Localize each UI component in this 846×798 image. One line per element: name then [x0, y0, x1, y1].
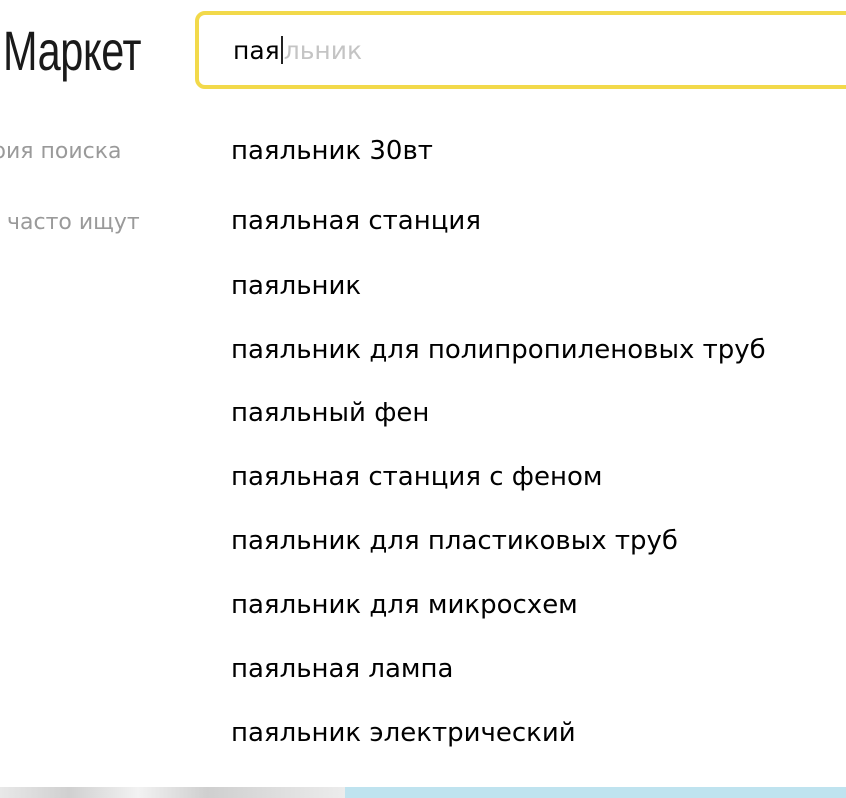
search-input[interactable]: пая льник	[195, 11, 846, 89]
search-history-label: рия поиска	[0, 139, 122, 164]
suggestion-item[interactable]: паяльник для микросхем	[231, 587, 578, 623]
market-logo[interactable]: Маркет	[3, 16, 141, 86]
text-caret	[280, 36, 283, 64]
page-content-behind	[0, 787, 846, 798]
search-typed-text: пая	[233, 36, 280, 65]
suggestion-item[interactable]: паяльный фен	[231, 395, 429, 431]
suggestion-item[interactable]: паяльник электрический	[231, 715, 576, 751]
popular-searches-label: часто ищут	[7, 210, 140, 235]
suggestion-item[interactable]: паяльник для полипропиленовых труб	[231, 332, 766, 368]
banner-fragment	[345, 787, 846, 798]
suggestion-item[interactable]: паяльник	[231, 268, 361, 304]
suggestion-item[interactable]: паяльник 30вт	[231, 133, 433, 169]
suggestion-item[interactable]: паяльник для пластиковых труб	[231, 523, 678, 559]
suggestion-item[interactable]: паяльная станция с феном	[231, 459, 603, 495]
product-image-fragment	[0, 787, 345, 798]
suggestion-item[interactable]: паяльная лампа	[231, 651, 453, 687]
search-completion-hint: льник	[283, 36, 363, 65]
search-input-text[interactable]: пая льник	[233, 34, 362, 68]
suggestion-item[interactable]: паяльная станция	[231, 203, 481, 239]
